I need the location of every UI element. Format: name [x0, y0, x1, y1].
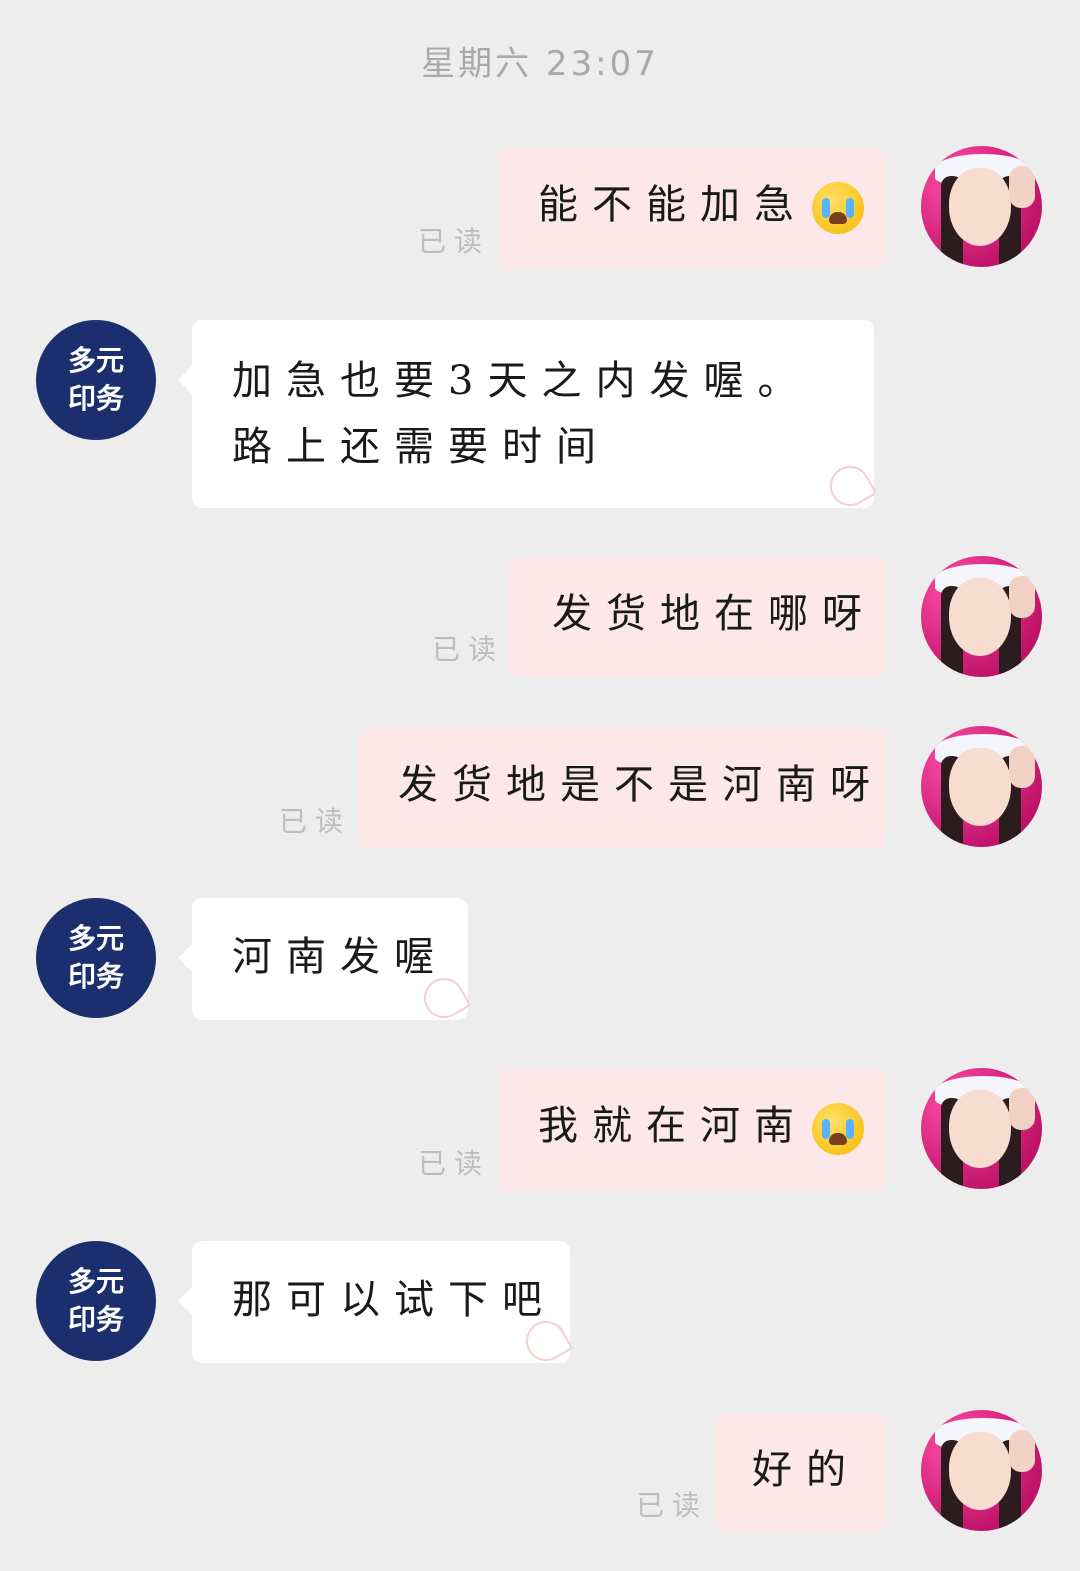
- shop-avatar-line2: 印务: [67, 382, 124, 415]
- user-avatar[interactable]: [921, 146, 1042, 267]
- shop-avatar-line1: 多元: [67, 344, 124, 377]
- message-text: 能不能加急: [538, 182, 808, 228]
- message-text: 加急也要3天之内发喔。路上还需要时间: [232, 358, 812, 470]
- message-text: 发货地是不是河南呀: [398, 762, 884, 808]
- user-avatar[interactable]: [921, 1410, 1042, 1531]
- shop-avatar[interactable]: 多元 印务: [36, 1241, 156, 1361]
- chat-timestamp: 星期六 23:07: [421, 44, 659, 84]
- message-bubble-outgoing[interactable]: 能不能加急: [498, 148, 886, 270]
- user-avatar[interactable]: [921, 1068, 1042, 1189]
- message-text: 发货地在哪呀: [552, 591, 876, 637]
- crying-face-icon: [812, 1103, 864, 1155]
- message-bubble-incoming[interactable]: 河南发喔: [178, 898, 472, 1026]
- read-receipt: 已读: [432, 633, 505, 666]
- read-receipt: 已读: [418, 1147, 491, 1180]
- shop-avatar-line1: 多元: [67, 922, 124, 955]
- message-text: 那可以试下吧: [232, 1277, 556, 1323]
- message-bubble-outgoing[interactable]: 我就在河南: [498, 1069, 886, 1191]
- message-text: 河南发喔: [232, 934, 448, 980]
- shop-avatar[interactable]: 多元 印务: [36, 320, 156, 440]
- read-receipt: 已读: [636, 1489, 709, 1522]
- shop-avatar-line2: 印务: [67, 960, 124, 993]
- read-receipt: 已读: [418, 225, 491, 258]
- read-receipt: 已读: [279, 805, 352, 838]
- message-bubble-outgoing[interactable]: 好的: [714, 1413, 886, 1533]
- user-avatar[interactable]: [921, 726, 1042, 847]
- message-text: 我就在河南: [538, 1103, 808, 1149]
- message-bubble-incoming[interactable]: 加急也要3天之内发喔。路上还需要时间: [178, 320, 878, 514]
- message-text: 好的: [752, 1447, 860, 1493]
- message-bubble-outgoing[interactable]: 发货地是不是河南呀: [358, 728, 886, 848]
- crying-face-icon: [812, 182, 864, 234]
- message-bubble-incoming[interactable]: 那可以试下吧: [178, 1241, 574, 1369]
- message-bubble-outgoing[interactable]: 发货地在哪呀: [510, 557, 886, 677]
- shop-avatar-line1: 多元: [67, 1265, 124, 1298]
- user-avatar[interactable]: [921, 556, 1042, 677]
- shop-avatar-line2: 印务: [67, 1303, 124, 1336]
- shop-avatar[interactable]: 多元 印务: [36, 898, 156, 1018]
- watermark-stamp-icon: [822, 458, 878, 514]
